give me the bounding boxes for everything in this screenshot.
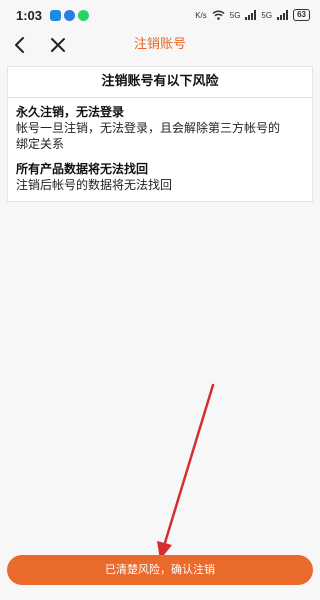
risk-section-body-line1: 注销后帐号的数据将无法找回: [16, 178, 173, 192]
signal-icon: [245, 10, 257, 20]
status-time: 1:03: [16, 7, 43, 23]
risk-section-data-loss: 所有产品数据将无法找回 注销后帐号的数据将无法找回: [8, 152, 312, 193]
network-5g-label-b: 5G: [261, 10, 273, 20]
risk-section-body-line2: 绑定关系: [16, 137, 65, 151]
confirm-cancel-account-button[interactable]: 已清楚风险，确认注销: [7, 555, 313, 585]
risk-section-body-line1: 帐号一旦注销，无法登录，且会解除第三方帐号的: [16, 121, 281, 135]
network-speed-label: K/s: [195, 10, 207, 20]
network-5g-label-a: 5G: [229, 10, 241, 20]
whatsapp-app-icon: [78, 9, 90, 21]
messenger-app-icon: [50, 9, 62, 21]
battery-indicator: 63: [293, 9, 310, 21]
nav-bar: 注销账号: [0, 30, 320, 60]
wifi-icon: [212, 10, 225, 20]
status-bar: 1:03 K/s 5G 5G 63: [0, 0, 320, 30]
shield-app-icon: [64, 9, 76, 21]
status-app-icons: [50, 9, 90, 21]
signal-icon-2: [277, 10, 289, 20]
risk-card: 注销账号有以下风险 永久注销，无法登录 帐号一旦注销，无法登录，且会解除第三方帐…: [7, 66, 313, 202]
risk-section-permanent: 永久注销，无法登录 帐号一旦注销，无法登录，且会解除第三方帐号的 绑定关系: [8, 98, 312, 152]
risk-card-heading: 注销账号有以下风险: [8, 67, 312, 98]
status-indicators: K/s 5G 5G 63: [195, 9, 310, 21]
risk-section-title: 永久注销，无法登录: [16, 105, 125, 119]
risk-section-title: 所有产品数据将无法找回: [16, 162, 149, 176]
page-title: 注销账号: [133, 37, 186, 52]
